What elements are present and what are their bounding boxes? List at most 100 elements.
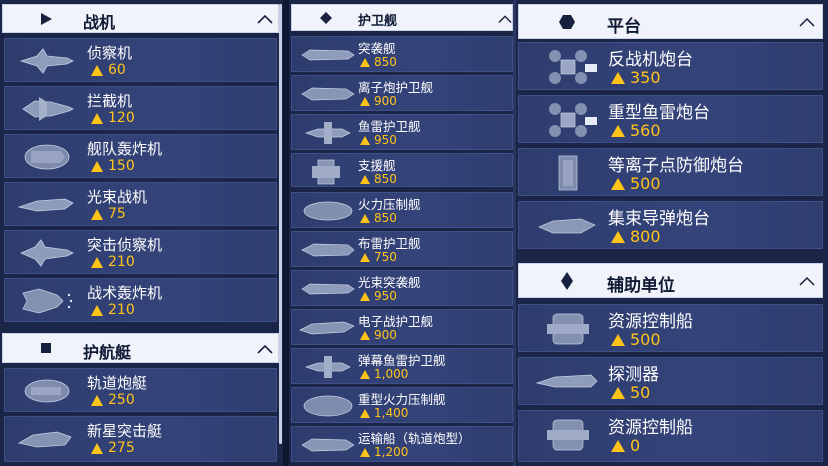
scrollbar[interactable] <box>279 4 282 444</box>
list-item[interactable]: 重型火力压制舰 1,400 <box>291 387 513 423</box>
item-cost: 250 <box>91 392 135 408</box>
triangle-resource-icon <box>360 96 370 106</box>
item-cost: 210 <box>91 302 135 318</box>
item-cost: 900 <box>360 328 397 342</box>
triangle-resource-icon <box>91 442 103 454</box>
chevron-up-icon[interactable] <box>498 14 512 24</box>
list-item[interactable]: 探测器 50 <box>518 357 823 405</box>
chevron-up-icon[interactable] <box>257 344 273 354</box>
list-item[interactable]: 运输船（轨道炮型） 1,200 <box>291 426 513 462</box>
item-name: 等离子点防御炮台 <box>608 156 744 176</box>
list-item[interactable]: 光束突袭舰 950 <box>291 270 513 306</box>
triangle-resource-icon <box>360 330 370 340</box>
cost-value: 560 <box>630 121 661 140</box>
chevron-up-icon[interactable] <box>798 276 816 286</box>
raider-ship-icon <box>301 49 355 61</box>
fleet-bomber-ship-icon <box>24 144 70 170</box>
list-item[interactable]: 拦截机 120 <box>4 86 277 130</box>
list-item[interactable]: 弹幕鱼雷护卫舰 1,000 <box>291 348 513 384</box>
list-item[interactable]: 光束战机 75 <box>4 182 277 226</box>
triangle-resource-icon <box>611 333 625 346</box>
item-cost: 850 <box>360 172 397 186</box>
section-header-frigates[interactable]: 护卫舰 <box>291 4 513 31</box>
list-item[interactable]: 电子战护卫舰 900 <box>291 309 513 345</box>
item-cost: 500 <box>611 174 661 193</box>
item-name: 集束导弹炮台 <box>608 209 710 229</box>
item-name: 重型鱼雷炮台 <box>608 103 710 123</box>
triangle-resource-icon <box>91 208 103 220</box>
item-cost: 950 <box>360 133 397 147</box>
section-header-support[interactable]: 辅助单位 <box>518 263 823 298</box>
cost-value: 120 <box>108 110 135 126</box>
triangle-resource-icon <box>360 252 370 262</box>
item-name: 侦察机 <box>87 44 133 62</box>
item-name: 资源控制船 <box>608 312 693 332</box>
cost-value: 1,000 <box>374 367 409 381</box>
crystal-diamond-icon <box>561 272 573 290</box>
list-item[interactable]: 离子炮护卫舰 900 <box>291 75 513 111</box>
chevron-up-icon[interactable] <box>798 17 816 27</box>
list-item[interactable]: 等离子点防御炮台 500 <box>518 148 823 196</box>
probe-icon <box>535 374 598 388</box>
triangle-resource-icon <box>360 174 370 184</box>
list-item[interactable]: 侦察机 60 <box>4 38 277 82</box>
frigates-column: 护卫舰 突袭舰 850 离子炮护卫舰 900 鱼雷护卫舰 950 支援舰 850… <box>289 0 515 466</box>
heavy-torpedo-turret-icon <box>549 103 597 137</box>
section-title: 护卫舰 <box>358 14 398 29</box>
list-item[interactable]: 火力压制舰 850 <box>291 192 513 228</box>
platforms-support-column: 平台 反战机炮台 350 重型鱼雷炮台 560 等离子点防御炮台 500 集束导… <box>515 0 828 466</box>
ewar-frigate-icon <box>299 321 355 335</box>
list-item[interactable]: 突击侦察机 210 <box>4 230 277 274</box>
item-cost: 850 <box>360 55 397 69</box>
barrage-torpedo-frigate-icon <box>304 356 351 378</box>
item-cost: 1,200 <box>360 445 408 459</box>
list-item[interactable]: 反战机炮台 350 <box>518 42 823 90</box>
list-item[interactable]: 突袭舰 850 <box>291 36 513 72</box>
play-triangle-icon <box>39 12 53 26</box>
chevron-up-icon[interactable] <box>257 14 273 24</box>
item-cost: 275 <box>91 440 135 456</box>
list-item[interactable]: 战术轰炸机 210 <box>4 278 277 322</box>
triangle-resource-icon <box>360 369 370 379</box>
diamond-icon <box>320 12 332 24</box>
item-name: 轨道炮艇 <box>87 374 148 392</box>
ion-cannon-frigate-icon <box>301 87 355 101</box>
section-header-fighters[interactable]: 战机 <box>2 4 279 33</box>
list-item[interactable]: 舰队轰炸机 150 <box>4 134 277 178</box>
triangle-resource-icon <box>91 394 103 406</box>
list-item[interactable]: 重型鱼雷炮台 560 <box>518 95 823 143</box>
section-title: 战机 <box>83 13 116 32</box>
list-item[interactable]: 资源控制船 500 <box>518 304 823 352</box>
cost-value: 75 <box>108 206 126 222</box>
section-header-corvettes[interactable]: 护航艇 <box>2 333 279 363</box>
assault-scout-ship-icon <box>19 239 74 267</box>
section-title: 辅助单位 <box>607 276 675 296</box>
list-item[interactable]: 集束导弹炮台 800 <box>518 201 823 249</box>
cost-value: 850 <box>374 55 397 69</box>
list-item[interactable]: 轨道炮艇 250 <box>4 368 277 412</box>
triangle-resource-icon <box>360 57 370 67</box>
triangle-resource-icon <box>611 230 625 243</box>
minelayer-frigate-icon <box>301 243 355 257</box>
triangle-resource-icon <box>360 408 370 418</box>
item-cost: 210 <box>91 254 135 270</box>
item-cost: 800 <box>611 227 661 246</box>
cost-value: 350 <box>630 68 661 87</box>
resource-controller-icon <box>547 313 589 345</box>
item-cost: 950 <box>360 289 397 303</box>
list-item[interactable]: 新星突击艇 275 <box>4 416 277 462</box>
list-item[interactable]: 鱼雷护卫舰 950 <box>291 114 513 150</box>
triangle-resource-icon <box>91 160 103 172</box>
list-item[interactable]: 布雷护卫舰 750 <box>291 231 513 267</box>
fighters-corvettes-column: 战机 侦察机 60 拦截机 120 舰队轰炸机 150 光束战机 75 突击侦察… <box>0 0 283 466</box>
section-header-platforms[interactable]: 平台 <box>518 4 823 39</box>
cost-value: 800 <box>630 227 661 246</box>
heavy-flak-frigate-icon <box>303 395 353 417</box>
list-item[interactable]: 支援舰 850 <box>291 153 513 187</box>
cost-value: 60 <box>108 62 126 78</box>
list-item[interactable]: 资源控制船 0 <box>518 410 823 462</box>
cost-value: 150 <box>108 158 135 174</box>
item-name: 探测器 <box>608 365 659 385</box>
cost-value: 850 <box>374 172 397 186</box>
cost-value: 750 <box>374 250 397 264</box>
